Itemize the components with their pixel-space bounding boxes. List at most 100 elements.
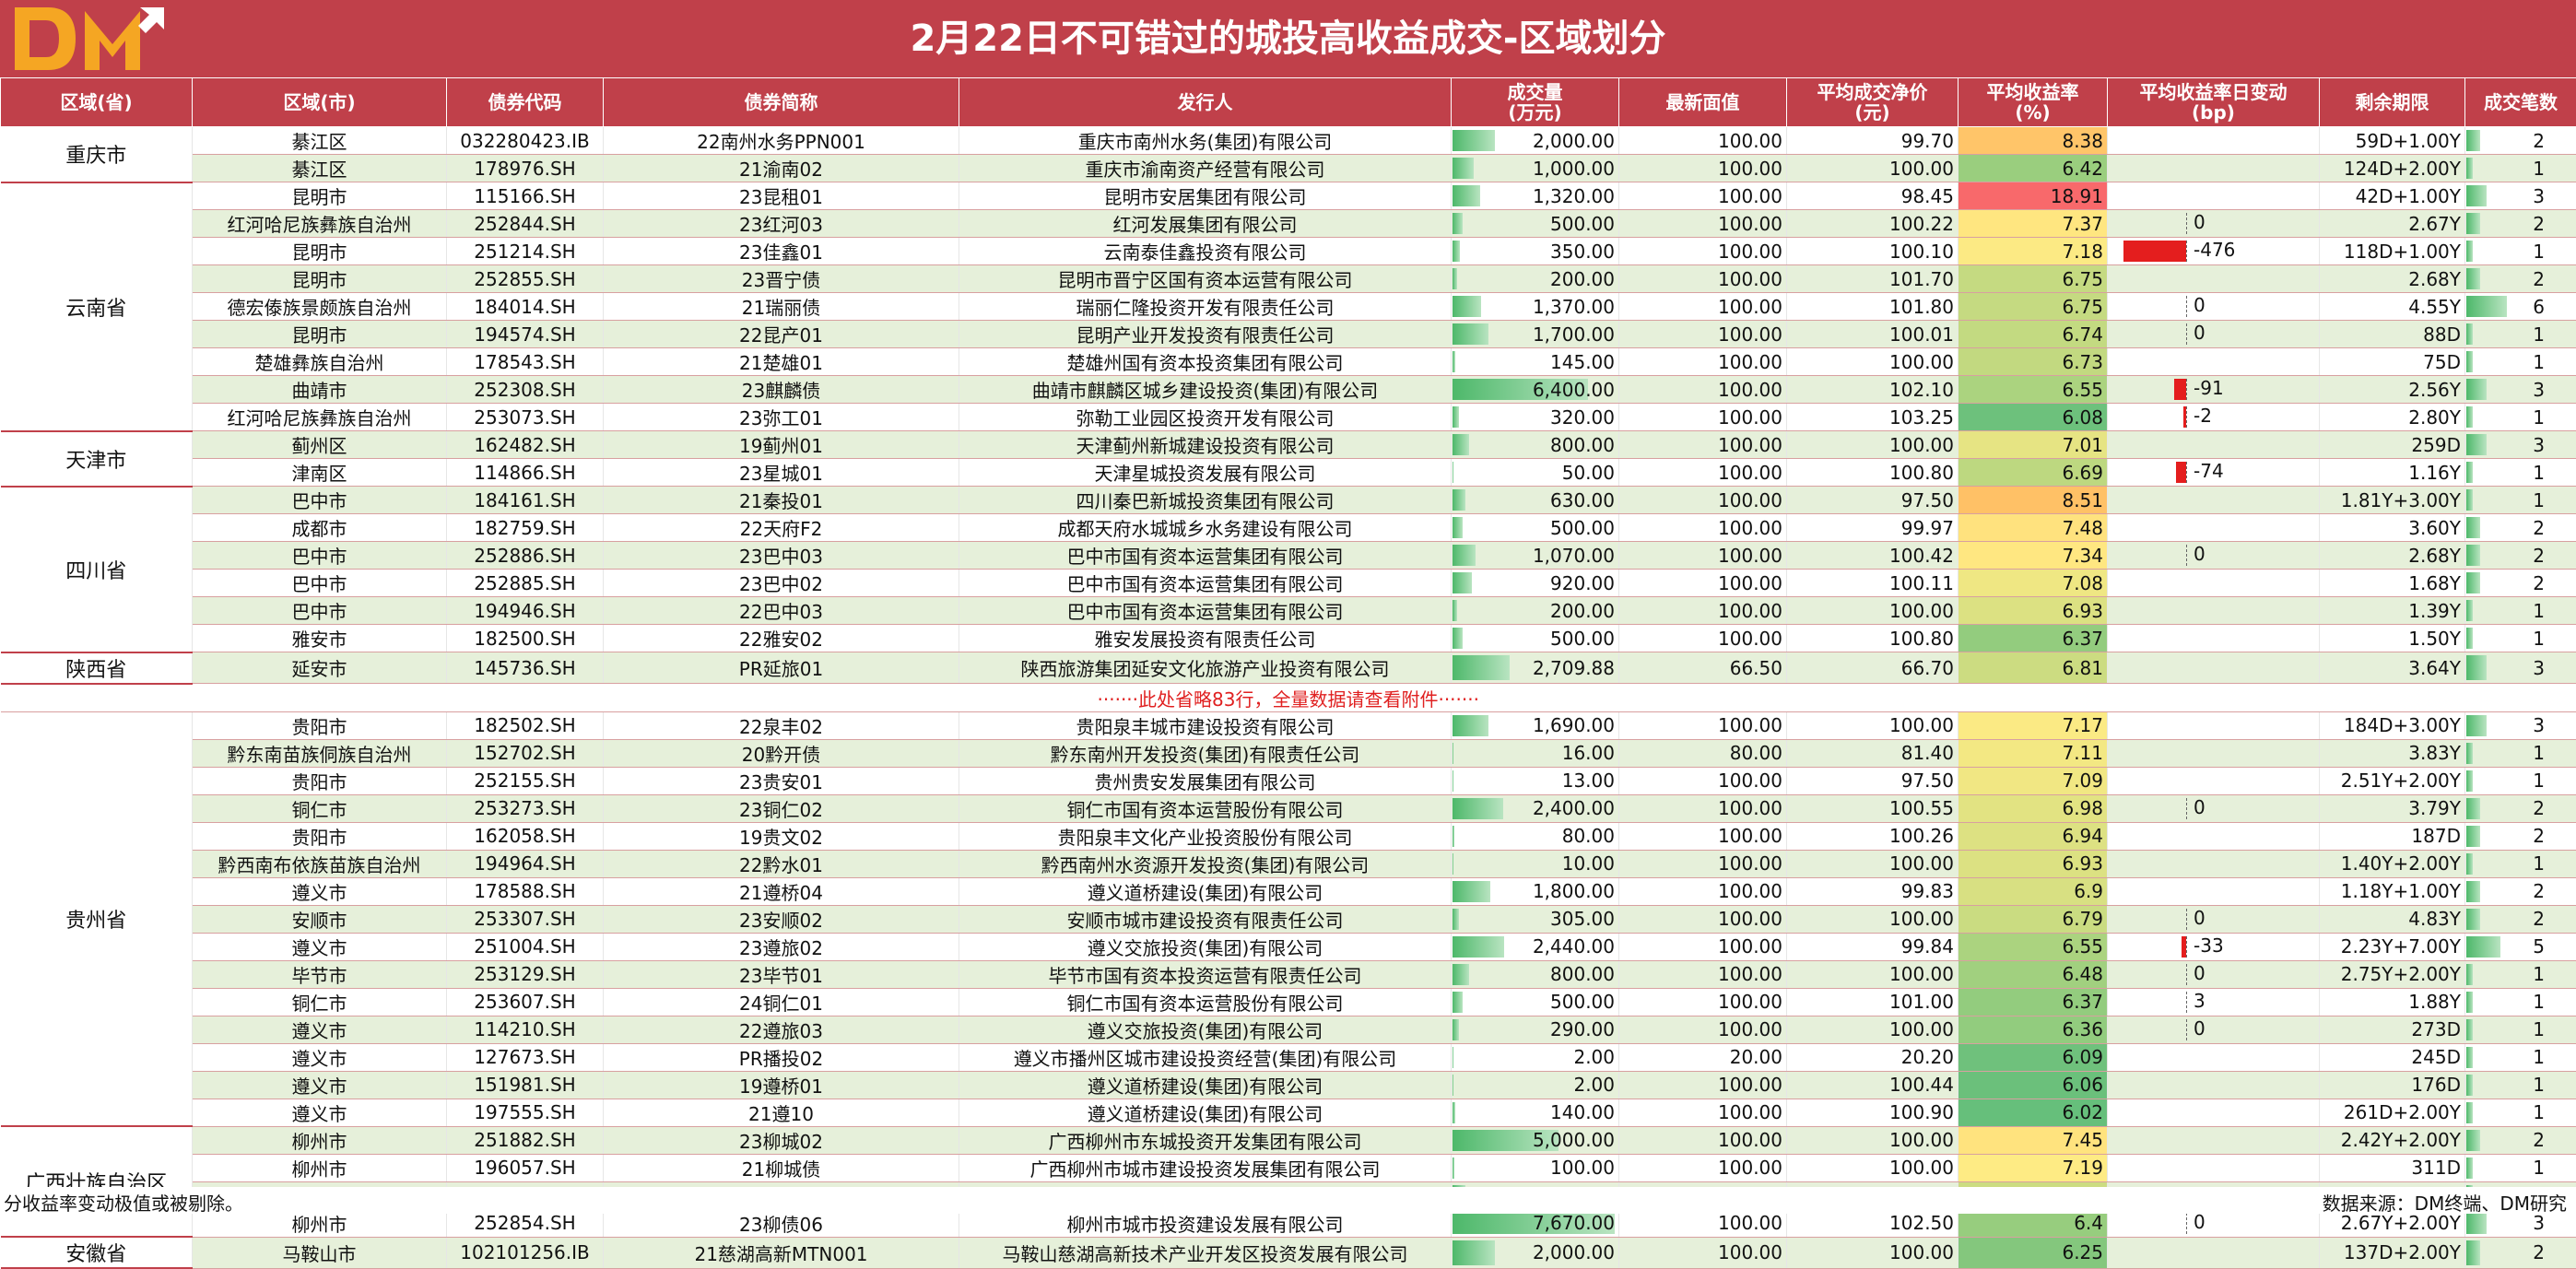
yield-change-cell <box>2108 487 2320 514</box>
issuer-cell: 广西柳州市东城投资开发集团有限公司 <box>959 1126 1452 1154</box>
volume-cell: 1,690.00 <box>1452 711 1619 739</box>
count-bar <box>2466 545 2480 566</box>
issuer-cell: 天津星城投资发展有限公司 <box>959 459 1452 487</box>
volume-value: 2.00 <box>1573 1046 1615 1068</box>
issuer-cell: 巴中市国有资本运营集团有限公司 <box>959 570 1452 597</box>
change-bar <box>2123 241 2186 262</box>
column-header: 债券简称 <box>604 78 959 127</box>
volume-bar <box>1453 1157 1454 1179</box>
trade-count-value: 2 <box>2533 545 2545 567</box>
net-price-cell: 99.84 <box>1787 933 1958 960</box>
remaining-term-cell: 1.68Y <box>2320 570 2465 597</box>
issuer-cell: 铜仁市国有资本运营股份有限公司 <box>959 794 1452 822</box>
trade-count-value: 6 <box>2533 296 2545 318</box>
bond-name-cell: 23星城01 <box>604 459 959 487</box>
trade-count-value: 2 <box>2533 268 2545 290</box>
header-row: 区域(省)区域(市)债券代码债券简称发行人成交量 (万元)最新面值平均成交净价 … <box>1 78 2576 127</box>
volume-bar <box>1453 545 1476 566</box>
yield-change-cell: -33 <box>2108 933 2320 960</box>
bond-name-cell: 22遵旅03 <box>604 1016 959 1043</box>
trade-count-cell: 2 <box>2465 905 2576 933</box>
change-axis <box>2186 213 2187 234</box>
issuer-cell: 黔西南州水资源开发投资(集团)有限公司 <box>959 850 1452 877</box>
yield-cell: 6.55 <box>1958 933 2108 960</box>
remaining-term-cell: 1.88Y <box>2320 988 2465 1016</box>
change-axis <box>2186 992 2187 1013</box>
table-row: 陕西省延安市145736.SHPR延旅01陕西旅游集团延安文化旅游产业投资有限公… <box>1 652 2576 684</box>
par-value-cell: 100.00 <box>1619 1071 1787 1099</box>
bond-name-cell: 21柳城债 <box>604 1154 959 1181</box>
par-value-cell: 100.00 <box>1619 238 1787 265</box>
city-cell: 昆明市 <box>193 182 447 210</box>
bond-code-cell: 253129.SH <box>447 960 604 988</box>
yield-cell: 7.11 <box>1958 739 2108 767</box>
remaining-term-cell: 124D+2.00Y <box>2320 155 2465 182</box>
issuer-cell: 遵义道桥建设(集团)有限公司 <box>959 1071 1452 1099</box>
count-bar <box>2466 268 2480 289</box>
par-value-cell: 100.00 <box>1619 988 1787 1016</box>
volume-cell: 16.00 <box>1452 739 1619 767</box>
par-value-cell: 100.00 <box>1619 822 1787 850</box>
bond-code-cell: 178976.SH <box>447 155 604 182</box>
volume-bar <box>1453 1019 1459 1040</box>
net-price-cell: 101.00 <box>1787 988 1958 1016</box>
yield-change-cell: 0 <box>2108 794 2320 822</box>
volume-bar <box>1453 826 1454 847</box>
yield-change-cell <box>2108 155 2320 182</box>
net-price-cell: 100.00 <box>1787 1237 1958 1268</box>
volume-value: 350.00 <box>1550 241 1615 263</box>
province-cell: 天津市 <box>1 431 193 487</box>
city-cell: 遵义市 <box>193 1016 447 1043</box>
change-value: 0 <box>2194 795 2205 822</box>
yield-cell: 7.08 <box>1958 570 2108 597</box>
bond-code-cell: 127673.SH <box>447 1043 604 1071</box>
count-bar <box>2466 1130 2480 1151</box>
volume-cell: 2.00 <box>1452 1043 1619 1071</box>
bond-code-cell: 102101256.IB <box>447 1237 604 1268</box>
bond-code-cell: 253307.SH <box>447 905 604 933</box>
yield-change-cell <box>2108 431 2320 459</box>
net-price-cell: 100.22 <box>1787 210 1958 238</box>
net-price-cell: 99.83 <box>1787 877 1958 905</box>
change-value: -476 <box>2194 238 2235 264</box>
count-bar <box>2466 826 2480 847</box>
province-cell: 贵州省 <box>1 711 193 1126</box>
count-bar <box>2466 964 2473 985</box>
trade-count-cell: 1 <box>2465 321 2576 348</box>
yield-cell: 6.9 <box>1958 877 2108 905</box>
bond-code-cell: 194964.SH <box>447 850 604 877</box>
change-bar <box>2182 936 2186 958</box>
province-cell: 广西壮族自治区 <box>1 1126 193 1237</box>
bond-code-cell: 253607.SH <box>447 988 604 1016</box>
footer-note: 分收益率变动极值或被剔除。 <box>4 1189 243 1216</box>
bond-code-cell: 162058.SH <box>447 822 604 850</box>
volume-cell: 80.00 <box>1452 822 1619 850</box>
trade-count-value: 1 <box>2533 241 2545 263</box>
count-bar <box>2466 1075 2473 1096</box>
remaining-term-cell: 245D <box>2320 1043 2465 1071</box>
column-header: 成交笔数 <box>2465 78 2576 127</box>
trade-count-cell: 2 <box>2465 822 2576 850</box>
city-cell: 延安市 <box>193 652 447 684</box>
remaining-term-cell: 4.83Y <box>2320 905 2465 933</box>
yield-cell: 6.79 <box>1958 905 2108 933</box>
bond-code-cell: 178543.SH <box>447 348 604 376</box>
trade-count-cell: 1 <box>2465 1099 2576 1126</box>
yield-change-cell <box>2108 1126 2320 1154</box>
table-row: 雅安市182500.SH22雅安02雅安发展投资有限责任公司500.00100.… <box>1 625 2576 652</box>
net-price-cell: 100.44 <box>1787 1071 1958 1099</box>
volume-bar <box>1453 628 1463 649</box>
table-row: 广西壮族自治区柳州市251882.SH23柳城02广西柳州市东城投资开发集团有限… <box>1 1126 2576 1154</box>
bond-name-cell: 24铜仁01 <box>604 988 959 1016</box>
city-cell: 蓟州区 <box>193 431 447 459</box>
par-value-cell: 20.00 <box>1619 1043 1787 1071</box>
trade-count-value: 1 <box>2533 852 2545 875</box>
volume-bar <box>1453 241 1460 262</box>
bond-code-cell: 251882.SH <box>447 1126 604 1154</box>
table-row: 铜仁市253273.SH23铜仁02铜仁市国有资本运营股份有限公司2,400.0… <box>1 794 2576 822</box>
city-cell: 綦江区 <box>193 155 447 182</box>
par-value-cell: 100.00 <box>1619 404 1787 431</box>
province-cell: 安徽省 <box>1 1237 193 1268</box>
trade-count-value: 1 <box>2533 628 2545 650</box>
volume-cell: 2,000.00 <box>1452 1237 1619 1268</box>
